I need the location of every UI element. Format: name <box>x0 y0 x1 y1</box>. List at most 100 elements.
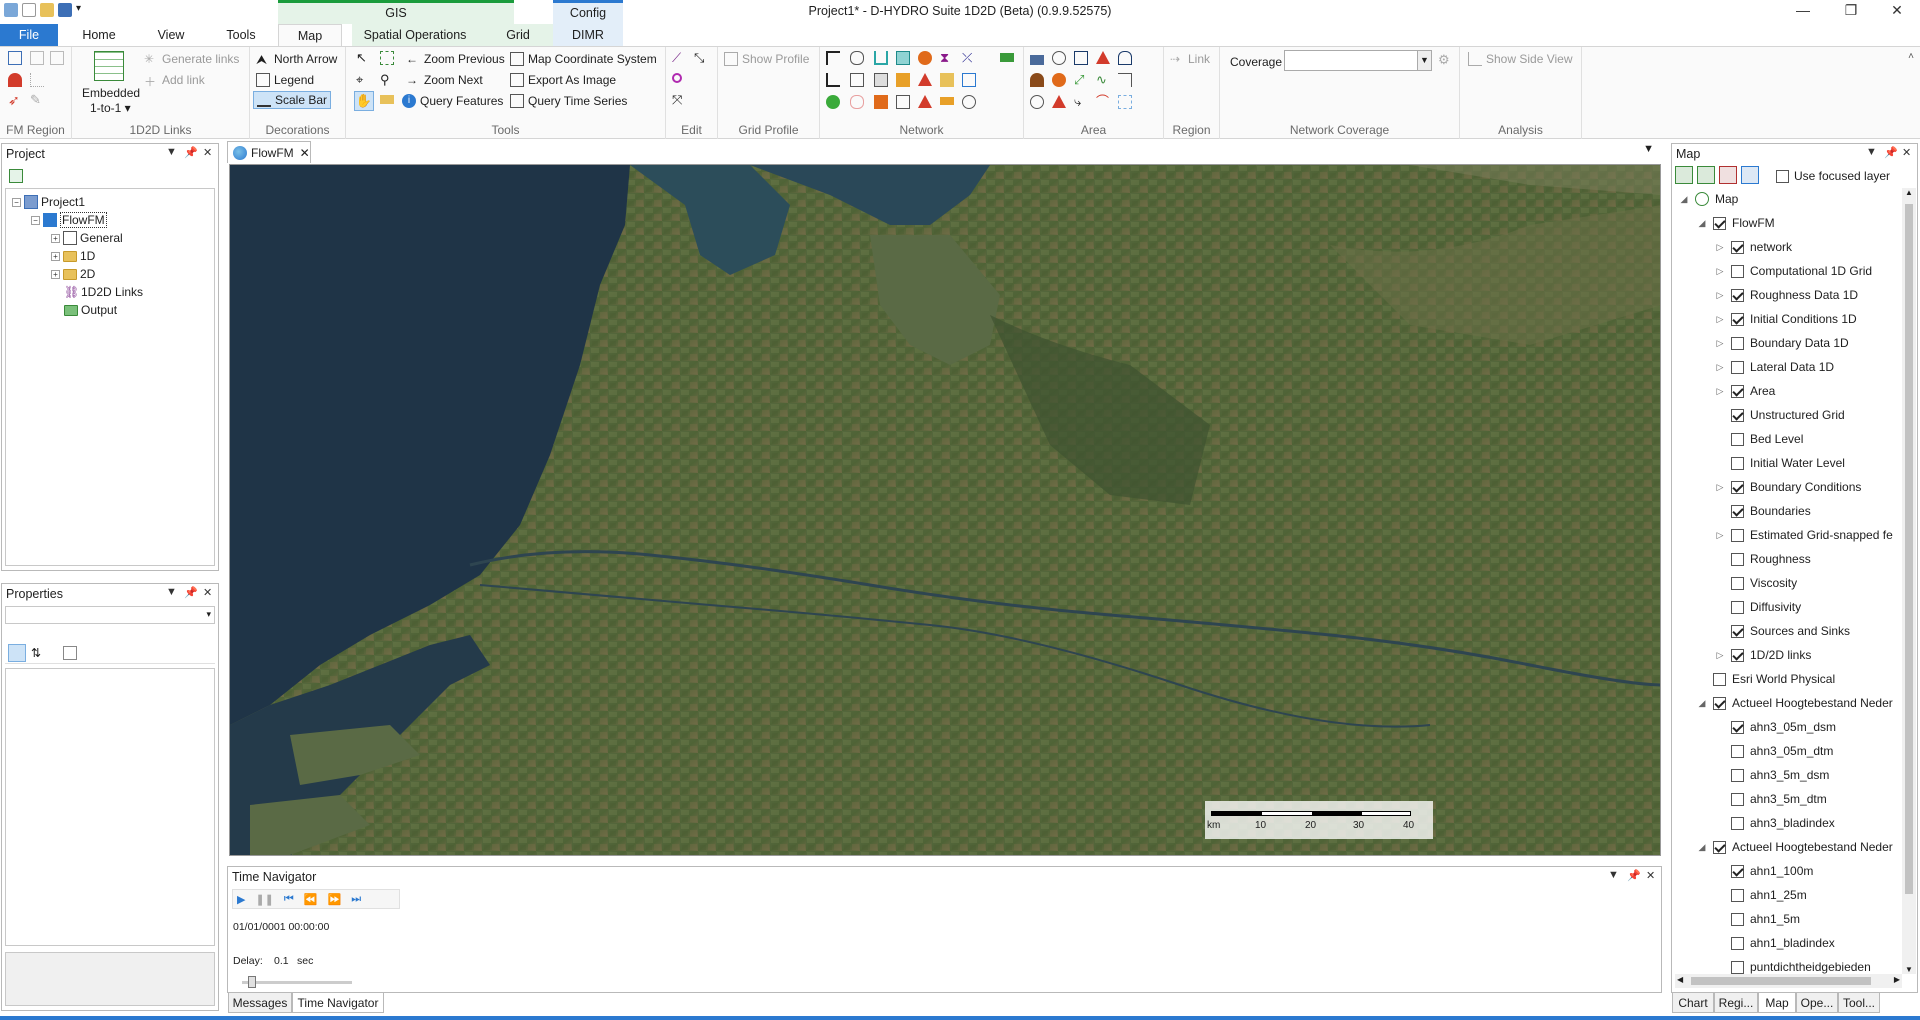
expand-icon[interactable]: + <box>51 251 60 261</box>
zoom-icon[interactable]: ⚲ <box>380 73 394 87</box>
observation-point-icon[interactable] <box>918 73 932 86</box>
layer-row[interactable]: Sources and Sinks <box>1675 621 1850 641</box>
layer-visibility-checkbox[interactable] <box>1731 864 1744 878</box>
time-slider[interactable] <box>242 976 352 988</box>
collapse-icon[interactable]: ◢ <box>1697 842 1707 853</box>
properties-object-selector[interactable]: ▾ <box>5 606 215 624</box>
tree-item-1d[interactable]: +1D <box>51 248 95 264</box>
source-sink-icon[interactable]: ⤢ <box>1074 73 1088 87</box>
tab-home[interactable]: Home <box>72 24 126 46</box>
add-wms-layer-icon[interactable] <box>1697 166 1715 184</box>
query-time-series-button[interactable]: Query Time Series <box>510 92 627 110</box>
layer-visibility-checkbox[interactable] <box>1731 600 1744 614</box>
layer-visibility-checkbox[interactable] <box>1731 768 1744 782</box>
pause-icon[interactable]: ❚❚ <box>255 893 273 906</box>
region-select-icon[interactable] <box>8 51 22 65</box>
layer-visibility-checkbox[interactable] <box>1731 912 1744 926</box>
trapezium-icon[interactable] <box>874 95 888 109</box>
layer-row[interactable]: ▷ Boundary Conditions <box>1675 477 1862 497</box>
scroll-up-icon[interactable]: ▲ <box>1905 188 1913 197</box>
layer-visibility-checkbox[interactable] <box>1731 792 1744 806</box>
obs-area-icon[interactable] <box>1096 51 1110 64</box>
magnet-icon[interactable] <box>8 73 22 87</box>
tab-chart[interactable]: Chart <box>1672 993 1714 1013</box>
layer-visibility-checkbox[interactable] <box>1731 240 1744 254</box>
tree-item-2d[interactable]: +2D <box>51 266 95 282</box>
link-mode-dropdown[interactable]: 1-to-1 ▾ <box>90 99 131 117</box>
restore-button[interactable]: ❐ <box>1836 2 1866 22</box>
layer-row[interactable]: Initial Water Level <box>1675 453 1845 473</box>
layer-visibility-checkbox[interactable] <box>1731 432 1744 446</box>
property-pages-icon[interactable] <box>63 646 77 660</box>
add-layer-icon[interactable] <box>1675 166 1693 184</box>
layer-row[interactable]: Esri World Physical <box>1675 669 1835 689</box>
last-frame-icon[interactable]: ⏭ <box>351 893 361 906</box>
expand-icon[interactable]: ▷ <box>1715 650 1725 661</box>
embankment-icon[interactable]: ∿ <box>1096 73 1110 87</box>
project-toolbar-icon[interactable] <box>9 169 23 183</box>
tab-operations[interactable]: Ope... <box>1796 993 1838 1013</box>
use-focused-layer-checkbox[interactable] <box>1776 170 1789 183</box>
layer-row[interactable]: Boundaries <box>1675 501 1811 521</box>
hscroll-thumb[interactable] <box>1691 977 1871 985</box>
measure-icon[interactable] <box>380 95 394 104</box>
tree-item-general[interactable]: + General <box>51 230 123 246</box>
layer-visibility-checkbox[interactable] <box>1713 672 1726 686</box>
expand-icon[interactable]: ▷ <box>1715 266 1725 277</box>
add-vertex-icon[interactable] <box>672 73 682 83</box>
layer-visibility-checkbox[interactable] <box>1713 840 1726 854</box>
layer-row[interactable]: ahn1_100m <box>1675 861 1813 881</box>
scale-bar-button[interactable]: Scale Bar <box>253 91 332 109</box>
close-pane-icon[interactable]: ✕ <box>1902 146 1911 159</box>
layer-visibility-checkbox[interactable] <box>1731 744 1744 758</box>
layer-visibility-checkbox[interactable] <box>1731 384 1744 398</box>
layer-visibility-checkbox[interactable] <box>1731 576 1744 590</box>
expand-icon[interactable]: ▷ <box>1715 386 1725 397</box>
expand-icon[interactable]: ▷ <box>1715 242 1725 253</box>
layer-visibility-checkbox[interactable] <box>1713 216 1726 230</box>
refresh-layer-icon[interactable] <box>1741 166 1759 184</box>
layer-row[interactable]: ▷ Initial Conditions 1D <box>1675 309 1857 329</box>
view-icon[interactable] <box>962 95 976 109</box>
close-pane-icon[interactable]: ✕ <box>1646 869 1655 882</box>
play-icon[interactable]: ▶ <box>237 893 245 906</box>
layer-row[interactable]: Bed Level <box>1675 429 1803 449</box>
scroll-thumb[interactable] <box>1905 204 1913 894</box>
bridge-icon[interactable]: ⤫ <box>962 51 976 65</box>
select-tool-icon[interactable]: ⌖ <box>356 73 370 87</box>
layer-row[interactable]: ◢ FlowFM <box>1675 213 1775 233</box>
layer-row[interactable]: ▷ Estimated Grid-snapped fe <box>1675 525 1893 545</box>
tab-toolbox[interactable]: Tool... <box>1838 993 1880 1013</box>
tab-tools[interactable]: Tools <box>214 24 268 46</box>
layer-row[interactable]: ◢ Actueel Hoogtebestand Neder <box>1675 693 1893 713</box>
zoom-next-button[interactable]: → Zoom Next <box>406 71 483 89</box>
close-pane-icon[interactable]: ✕ <box>203 586 212 599</box>
region-line-icon[interactable] <box>30 73 44 87</box>
pin-icon[interactable]: 📌 <box>184 586 198 599</box>
layer-visibility-checkbox[interactable] <box>1731 480 1744 494</box>
node-icon[interactable] <box>826 95 840 109</box>
bridge-pillar-icon[interactable] <box>1118 51 1132 65</box>
expand-icon[interactable]: + <box>51 269 60 279</box>
tree-item-output[interactable]: Output <box>64 302 117 318</box>
categorized-icon[interactable] <box>8 644 26 662</box>
document-list-icon[interactable]: ▼ <box>1643 143 1654 155</box>
layer-visibility-checkbox[interactable] <box>1731 648 1744 662</box>
layer-row[interactable]: puntdichtheidgebieden <box>1675 957 1871 974</box>
extra-resistance-icon[interactable] <box>940 97 954 105</box>
expand-icon[interactable]: ▷ <box>1715 338 1725 349</box>
tab-map[interactable]: Map <box>278 24 342 46</box>
zoom-extent-icon[interactable] <box>380 51 394 65</box>
properties-grid[interactable] <box>5 668 215 946</box>
first-frame-icon[interactable]: ⏮ <box>284 893 294 906</box>
scroll-left-icon[interactable]: ◀ <box>1677 975 1683 984</box>
collapse-icon[interactable]: − <box>31 215 40 225</box>
north-arrow-button[interactable]: ⮝ North Arrow <box>256 50 337 68</box>
layer-visibility-checkbox[interactable] <box>1731 336 1744 350</box>
split-icon[interactable]: ⤧ <box>672 93 686 107</box>
layer-visibility-checkbox[interactable] <box>1731 312 1744 326</box>
pin-icon[interactable]: 📌 <box>1627 869 1641 882</box>
layer-visibility-checkbox[interactable] <box>1731 528 1744 542</box>
tree-item-flowfm[interactable]: − FlowFM <box>31 212 107 228</box>
step-back-icon[interactable]: ⏪ <box>304 893 318 906</box>
